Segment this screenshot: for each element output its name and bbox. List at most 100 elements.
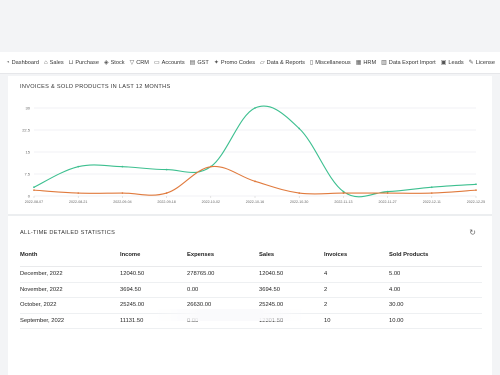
top-blank-area xyxy=(0,0,500,52)
cell-income: 3694.50 xyxy=(120,282,187,298)
stats-table: Month Income Expenses Sales Invoices Sol… xyxy=(20,250,482,329)
nav-item-stock[interactable]: ◈ Stock xyxy=(104,60,125,66)
nav-item-label: GST xyxy=(197,59,209,66)
data-point[interactable] xyxy=(254,107,256,109)
data-point[interactable] xyxy=(33,189,35,192)
calendar-icon: ▦ xyxy=(355,59,362,66)
nav-item-leads[interactable]: ▣ Leads xyxy=(441,60,464,66)
y-tick-label: 7.5 xyxy=(24,172,30,177)
nav-item-label: Purchase xyxy=(75,59,99,66)
cell-income: 25245.00 xyxy=(120,297,187,314)
gift-icon: ✦ xyxy=(213,59,219,66)
data-point[interactable] xyxy=(298,192,301,194)
table-row: December, 2022 12040.50 278765.00 12040.… xyxy=(20,266,482,283)
document-icon: ▯ xyxy=(309,59,314,66)
nav-item-label: Data & Reports xyxy=(266,59,305,66)
y-tick-label: 30 xyxy=(26,106,31,111)
nav-item-data-export-import[interactable]: ▥ Data Export Import xyxy=(381,60,436,66)
cell-invoices: 2 xyxy=(324,282,389,298)
data-point[interactable] xyxy=(77,192,80,194)
header-sales: Sales xyxy=(259,250,324,267)
data-point[interactable] xyxy=(430,186,433,189)
cell-expenses: 278765.00 xyxy=(187,266,259,283)
cell-month: October, 2022 xyxy=(20,297,120,314)
header-sold-products: Sold Products xyxy=(389,250,482,267)
cell-sales: 12040.50 xyxy=(259,266,324,283)
data-point[interactable] xyxy=(165,192,168,194)
nav-item-label: CRM xyxy=(136,59,149,66)
nav-item-sales[interactable]: ⌂ Sales xyxy=(44,60,64,66)
box-icon: ◈ xyxy=(103,59,109,66)
nav-item-label: Promo Codes xyxy=(220,59,256,66)
header-income: Income xyxy=(120,250,187,267)
header-expenses: Expenses xyxy=(187,250,259,267)
nav-item-purchase[interactable]: ⊔ Purchase xyxy=(69,60,99,66)
cell-income: 12040.50 xyxy=(120,266,187,283)
x-tick-label: 2022-09-18 xyxy=(157,200,175,204)
data-point[interactable] xyxy=(165,168,168,171)
table-row: October, 2022 25245.00 26630.00 25245.00… xyxy=(20,297,482,314)
nav-item-label: Dashboard xyxy=(11,59,39,66)
cell-month: September, 2022 xyxy=(20,313,120,329)
data-point[interactable] xyxy=(77,165,80,168)
refresh-icon[interactable]: ↻ xyxy=(469,228,476,237)
x-tick-label: 2022-10-30 xyxy=(290,200,308,204)
data-point[interactable] xyxy=(298,127,301,130)
cell-expenses: 26630.00 xyxy=(187,297,259,314)
filter-icon: ▽ xyxy=(129,59,135,66)
cell-invoices: 4 xyxy=(324,266,389,283)
cell-sold-products: 10.00 xyxy=(389,313,482,329)
nav-item-dashboard[interactable]: ◔ Dashboard xyxy=(6,60,39,66)
x-tick-label: 2022-11-13 xyxy=(334,200,352,204)
data-point[interactable] xyxy=(121,192,124,194)
nav-item-accounts[interactable]: ▭ Accounts xyxy=(154,60,185,66)
nav-item-label: Leads xyxy=(448,59,464,66)
nav-item-label: HRM xyxy=(363,59,377,66)
nav-item-label: Miscellaneous xyxy=(315,59,351,66)
cell-invoices: 2 xyxy=(324,297,389,314)
nav-item-crm[interactable]: ▽ CRM xyxy=(130,60,149,66)
data-point[interactable] xyxy=(430,192,433,194)
bar-chart-icon: ▥ xyxy=(381,59,387,66)
x-tick-label: 2022-12-11 xyxy=(423,200,441,204)
cell-expenses: 0.00 xyxy=(187,313,259,329)
x-tick-label: 2022-10-02 xyxy=(202,200,220,204)
nav-item-gst[interactable]: ▤ GST xyxy=(190,60,209,66)
data-point[interactable] xyxy=(254,180,256,183)
data-point[interactable] xyxy=(475,183,477,186)
chart-card: INVOICES & SOLD PRODUCTS IN LAST 12 MONT… xyxy=(8,76,492,214)
cell-month: November, 2022 xyxy=(20,282,120,298)
table-row: November, 2022 3694.50 0.00 3694.50 2 4.… xyxy=(20,282,482,298)
cell-expenses: 0.00 xyxy=(187,282,259,298)
y-tick-label: 0 xyxy=(28,194,31,199)
cell-month: December, 2022 xyxy=(20,266,120,283)
nav-item-license[interactable]: ✎ License xyxy=(469,60,495,66)
data-point[interactable] xyxy=(386,192,389,194)
nav-item-hrm[interactable]: ▦ HRM xyxy=(356,60,376,66)
nav-item-label: Stock xyxy=(110,59,125,66)
data-point[interactable] xyxy=(209,165,212,168)
nav-item-miscellaneous[interactable]: ▯ Miscellaneous xyxy=(310,60,351,66)
data-point[interactable] xyxy=(475,189,477,192)
data-point[interactable] xyxy=(121,165,124,168)
tag-icon: ⌂ xyxy=(44,59,48,66)
cell-sales: 25245.00 xyxy=(259,297,324,314)
data-point[interactable] xyxy=(33,186,35,189)
header-invoices: Invoices xyxy=(324,250,389,267)
cell-sales: 12301.50 xyxy=(259,313,324,329)
nav-item-label: Sales xyxy=(49,59,64,66)
folder-icon: ▱ xyxy=(260,59,265,66)
x-tick-label: 2022-10-16 xyxy=(246,200,264,204)
table-row: September, 2022 11131.50 0.00 12301.50 1… xyxy=(20,313,482,329)
dashboard-icon: ◔ xyxy=(6,59,10,66)
y-tick-label: 15 xyxy=(26,150,31,155)
y-tick-label: 22.5 xyxy=(22,128,31,133)
edit-icon: ✎ xyxy=(468,59,474,66)
data-point[interactable] xyxy=(342,192,345,194)
clipboard-icon: ▣ xyxy=(440,59,447,66)
nav-item-promo-codes[interactable]: ✦ Promo Codes xyxy=(214,60,255,66)
nav-item-data-reports[interactable]: ▱ Data & Reports xyxy=(260,60,305,66)
stats-title: ALL-TIME DETAILED STATISTICS xyxy=(20,230,116,236)
cell-sales: 3694.50 xyxy=(259,282,324,298)
x-tick-label: 2022-08-07 xyxy=(25,200,43,204)
